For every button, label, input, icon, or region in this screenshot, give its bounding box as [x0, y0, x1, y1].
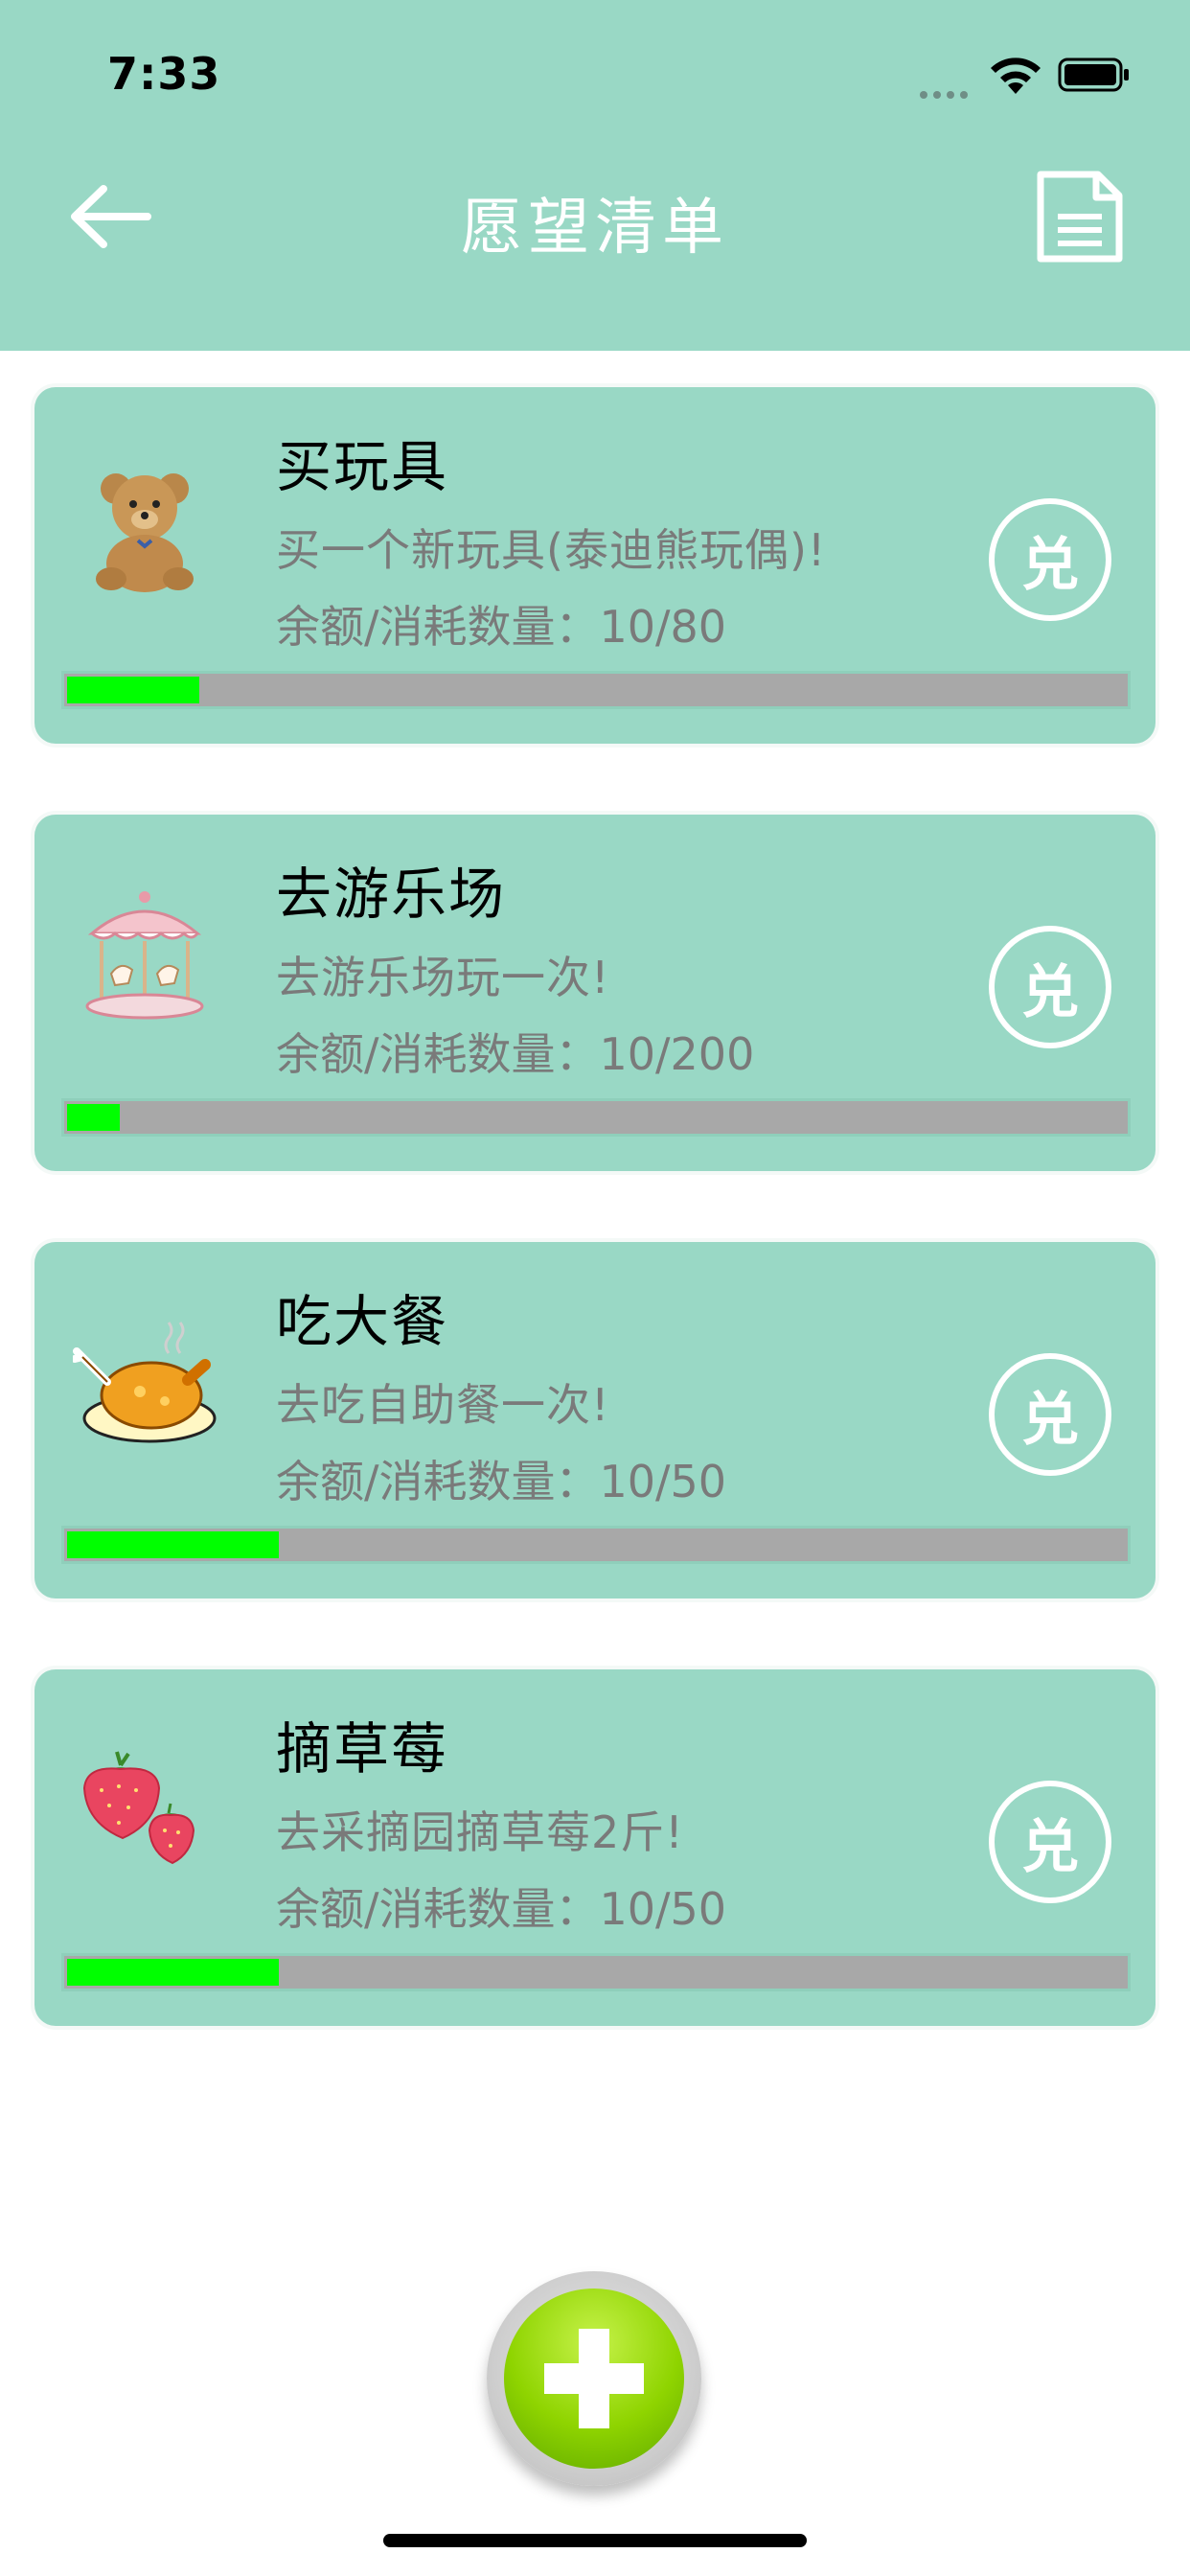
wish-description: 去游乐场玩一次!: [276, 952, 610, 1003]
teddy-bear-icon: [96, 473, 194, 592]
redeem-label: 兑: [1021, 531, 1079, 599]
wish-card[interactable]: 买玩具 买一个新玩具(泰迪熊玩偶)! 余额/消耗数量：10/80 兑: [34, 387, 1156, 744]
wish-card[interactable]: 吃大餐 去吃自助餐一次! 余额/消耗数量：10/50 兑: [34, 1242, 1156, 1598]
redeem-button[interactable]: 兑: [989, 1353, 1111, 1476]
redeem-button[interactable]: 兑: [989, 498, 1111, 621]
wish-title: 买玩具: [276, 434, 449, 499]
wish-balance: 余额/消耗数量：10/50: [276, 1874, 726, 1938]
progress-bar: [61, 1526, 1131, 1564]
balance-value: 10/200: [599, 1028, 755, 1080]
wish-balance: 余额/消耗数量：10/200: [276, 1020, 754, 1083]
wish-balance: 余额/消耗数量：10/80: [276, 592, 726, 656]
redeem-label: 兑: [1021, 1386, 1079, 1454]
redeem-label: 兑: [1021, 1813, 1079, 1881]
wish-title: 摘草莓: [276, 1716, 449, 1782]
balance-value: 10/50: [599, 1883, 727, 1935]
wish-title: 吃大餐: [276, 1289, 449, 1354]
progress-bar: [61, 671, 1131, 709]
wifi-icon: [991, 58, 1041, 94]
document-button[interactable]: [1035, 171, 1125, 263]
roast-chicken-icon: [73, 1322, 217, 1443]
strawberry-icon: [82, 1751, 195, 1865]
page-title: 愿望清单: [461, 193, 729, 264]
signal-dots-icon: [920, 84, 973, 99]
home-indicator: [383, 2534, 807, 2547]
nav-header: 7:33 愿望清单: [0, 0, 1190, 351]
wish-title: 去游乐场: [276, 862, 507, 927]
add-wish-button-face: [504, 2288, 684, 2469]
balance-label: 余额/消耗数量：: [276, 1456, 600, 1507]
redeem-label: 兑: [1021, 958, 1079, 1026]
status-time: 7:33: [107, 48, 221, 100]
progress-fill: [67, 1959, 279, 1986]
battery-icon: [1058, 58, 1129, 92]
progress-fill: [67, 1104, 120, 1131]
balance-label: 余额/消耗数量：: [276, 1883, 600, 1935]
wish-balance: 余额/消耗数量：10/50: [276, 1447, 726, 1510]
wish-card[interactable]: 去游乐场 去游乐场玩一次! 余额/消耗数量：10/200 兑: [34, 815, 1156, 1171]
progress-bar: [61, 1098, 1131, 1137]
balance-value: 10/80: [599, 601, 727, 653]
progress-bar: [61, 1953, 1131, 1991]
wish-description: 去吃自助餐一次!: [276, 1379, 610, 1431]
document-icon: [1037, 171, 1123, 263]
carousel-icon: [85, 891, 204, 1020]
redeem-button[interactable]: 兑: [989, 926, 1111, 1048]
balance-label: 余额/消耗数量：: [276, 1028, 600, 1080]
balance-label: 余额/消耗数量：: [276, 601, 600, 653]
progress-fill: [67, 677, 199, 703]
redeem-button[interactable]: 兑: [989, 1781, 1111, 1903]
add-wish-button[interactable]: [487, 2271, 701, 2486]
wish-description: 买一个新玩具(泰迪熊玩偶)!: [276, 524, 827, 576]
plus-icon: [544, 2329, 644, 2428]
wish-card[interactable]: 摘草莓 去采摘园摘草莓2斤! 余额/消耗数量：10/50 兑: [34, 1669, 1156, 2026]
balance-value: 10/50: [599, 1456, 727, 1507]
wish-description: 去采摘园摘草莓2斤!: [276, 1806, 684, 1858]
progress-fill: [67, 1531, 279, 1558]
